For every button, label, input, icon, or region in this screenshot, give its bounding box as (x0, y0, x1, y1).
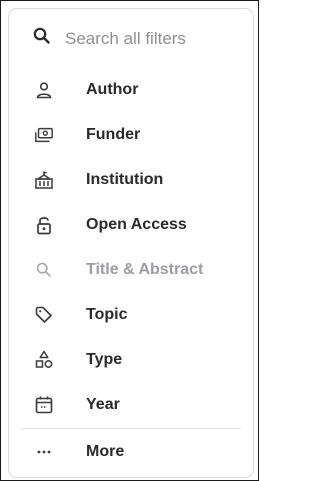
institution-icon (34, 170, 54, 190)
filter-item-label: Author (86, 80, 139, 98)
tag-icon (34, 305, 54, 325)
filter-item-funder[interactable]: Funder (9, 112, 253, 157)
filter-item-author[interactable]: Author (9, 67, 253, 112)
filter-popup-frame: Author Funder (0, 0, 259, 481)
filter-item-label: Title & Abstract (86, 260, 204, 278)
shapes-icon (34, 350, 54, 370)
person-icon (34, 80, 54, 100)
filter-item-year[interactable]: Year (9, 382, 253, 427)
more-dots-icon (34, 442, 54, 462)
search-filters-input[interactable] (65, 25, 245, 53)
filter-item-institution[interactable]: Institution (9, 157, 253, 202)
filter-item-title-abstract[interactable]: Title & Abstract (9, 247, 253, 292)
search-icon (34, 260, 54, 280)
filter-item-more[interactable]: More (9, 429, 253, 474)
filter-item-label: Topic (86, 305, 128, 323)
filter-item-label: Type (86, 350, 123, 368)
calendar-icon (34, 395, 54, 415)
filter-item-label: Institution (86, 170, 164, 188)
filter-search-bar (9, 9, 253, 67)
filter-options-list: Author Funder Institution Open Access Ti… (9, 67, 253, 474)
search-icon (32, 26, 52, 46)
funder-icon (34, 125, 54, 145)
filter-item-label: More (86, 442, 125, 460)
filter-item-topic[interactable]: Topic (9, 292, 253, 337)
filter-item-type[interactable]: Type (9, 337, 253, 382)
lock-open-icon (34, 215, 54, 235)
filter-item-label: Year (86, 395, 120, 413)
filter-item-label: Open Access (86, 215, 187, 233)
filter-item-open-access[interactable]: Open Access (9, 202, 253, 247)
filter-item-label: Funder (86, 125, 141, 143)
filter-menu-panel: Author Funder (8, 8, 254, 478)
